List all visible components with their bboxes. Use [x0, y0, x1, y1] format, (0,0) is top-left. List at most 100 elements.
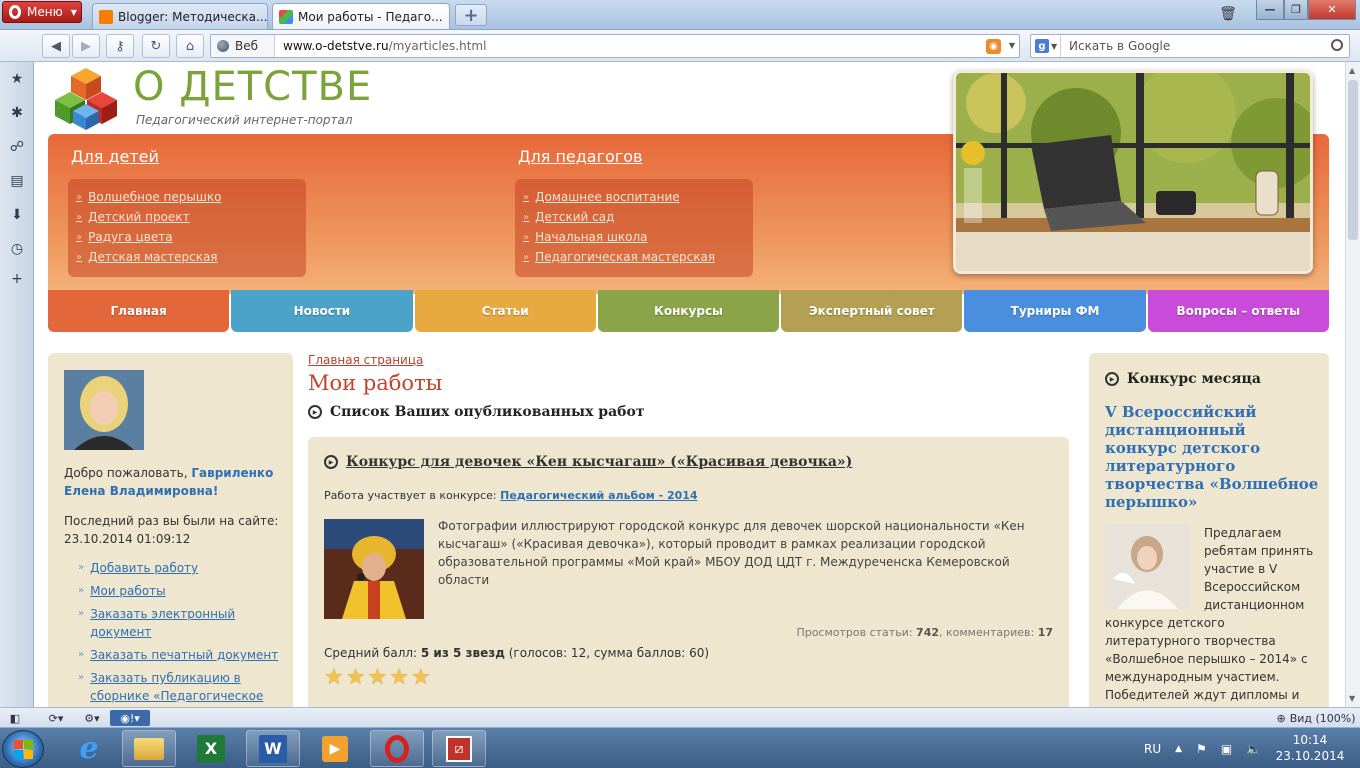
- last-visit-label: Последний раз вы были на сайте:: [64, 514, 279, 528]
- contest-of-month-title[interactable]: V Всероссийский дистанционный конкурс де…: [1105, 403, 1319, 511]
- maximize-button[interactable]: ❐: [1284, 0, 1308, 20]
- opera-menu-button[interactable]: Меню ▼: [2, 1, 82, 23]
- volume-icon[interactable]: 🔈: [1246, 742, 1261, 756]
- taskbar-app[interactable]: ⧄: [432, 730, 486, 767]
- children-link[interactable]: » Детский проект: [76, 207, 306, 227]
- teachers-section-title[interactable]: Для педагогов: [518, 147, 642, 166]
- rss-icon[interactable]: ◉: [986, 39, 1001, 54]
- taskbar-media[interactable]: ▶: [308, 730, 362, 767]
- turbo-icon[interactable]: ⚙▾: [80, 710, 104, 726]
- show-hidden-icons-icon[interactable]: ▲: [1175, 744, 1182, 754]
- downloads-icon[interactable]: ⬇: [8, 206, 26, 224]
- trash-icon[interactable]: 🗑: [1216, 4, 1240, 24]
- my-works-link[interactable]: Мои работы: [90, 582, 166, 600]
- teachers-link[interactable]: » Домашнее воспитание: [523, 187, 753, 207]
- new-tab-button[interactable]: +: [455, 4, 487, 26]
- address-url[interactable]: www.o-detstve.ru/myarticles.html: [275, 39, 486, 53]
- zoom-icon: ⊕: [1276, 711, 1286, 725]
- language-indicator[interactable]: RU: [1144, 742, 1161, 756]
- start-button[interactable]: [2, 730, 44, 768]
- rating-stars[interactable]: ★ ★ ★ ★ ★: [324, 665, 431, 690]
- add-work-link[interactable]: Добавить работу: [90, 559, 198, 577]
- search-engine-selector[interactable]: g ▼: [1031, 35, 1061, 57]
- article-title[interactable]: ▶ Конкурс для девочек «Кен кысчагаш» («К…: [324, 454, 852, 470]
- order-e-document-link[interactable]: Заказать электронный документ: [90, 605, 283, 641]
- network-icon[interactable]: ▣: [1221, 742, 1232, 756]
- bullet-icon: »: [78, 608, 85, 619]
- star-icon[interactable]: ★: [367, 665, 387, 690]
- minimize-button[interactable]: —: [1256, 0, 1284, 20]
- star-icon[interactable]: ★: [411, 665, 431, 690]
- nav-item-news[interactable]: Новости: [231, 290, 413, 332]
- unite-status-icon[interactable]: ◉!▾: [110, 710, 150, 726]
- close-tab-icon[interactable]: ✕: [448, 9, 449, 24]
- nav-item-contests[interactable]: Конкурсы: [597, 290, 780, 332]
- close-window-button[interactable]: ✕: [1308, 0, 1356, 20]
- address-dropdown-icon[interactable]: ▼: [1009, 41, 1015, 50]
- sync-icon[interactable]: ⟳▾: [42, 710, 70, 726]
- teachers-link[interactable]: » Начальная школа: [523, 227, 753, 247]
- breadcrumb[interactable]: Главная страница: [308, 353, 423, 367]
- nav-item-expert-council[interactable]: Экспертный совет: [781, 290, 963, 332]
- zoom-control[interactable]: ⊕ Вид (100%): [1276, 710, 1356, 726]
- taskbar-opera[interactable]: [370, 730, 424, 767]
- reload-button[interactable]: ↻: [142, 34, 170, 58]
- search-icon[interactable]: [1331, 39, 1343, 51]
- image-app-icon: ⧄: [446, 735, 472, 762]
- nav-item-home[interactable]: Главная: [48, 290, 230, 332]
- star-icon[interactable]: ★: [389, 665, 409, 690]
- key-button[interactable]: ⚷: [106, 34, 134, 58]
- nav-item-faq[interactable]: Вопросы – ответы: [1147, 290, 1329, 332]
- clock-time: 10:14: [1292, 733, 1328, 747]
- children-section-title[interactable]: Для детей: [71, 147, 159, 166]
- contest-sidebar-heading: ▶ Конкурс месяца: [1105, 371, 1261, 387]
- panel-toggle-icon[interactable]: ◧: [6, 710, 24, 726]
- widgets-icon[interactable]: ✱: [8, 104, 26, 122]
- children-link[interactable]: » Детская мастерская: [76, 247, 306, 267]
- children-links: » Волшебное перышко » Детский проект » Раду…: [68, 179, 306, 277]
- children-link-label: Радуга цвета: [88, 230, 173, 244]
- site-logo-icon[interactable]: [53, 66, 119, 132]
- vertical-scrollbar[interactable]: ▲ ▼: [1345, 62, 1360, 707]
- home-button[interactable]: ⌂: [176, 34, 204, 58]
- teachers-link[interactable]: » Детский сад: [523, 207, 753, 227]
- scroll-up-icon[interactable]: ▲: [1349, 66, 1355, 75]
- float-spacer: [1105, 524, 1204, 610]
- back-button[interactable]: ◀: [42, 34, 70, 58]
- tab-my-works[interactable]: Мои работы - Педаго... ✕: [272, 3, 450, 29]
- action-center-flag-icon[interactable]: ⚑: [1196, 742, 1207, 756]
- order-publication-link[interactable]: Заказать публикацию в сборнике «Педагоги…: [90, 669, 283, 705]
- bookmarks-icon[interactable]: ★: [8, 70, 26, 88]
- bullet-icon: »: [78, 585, 85, 596]
- clock[interactable]: 10:14 23.10.2014: [1268, 732, 1352, 764]
- teachers-link[interactable]: » Педагогическая мастерская: [523, 247, 753, 267]
- forward-button[interactable]: ▶: [72, 34, 100, 58]
- site-logo-title[interactable]: О ДЕТСТВЕ: [133, 64, 372, 110]
- taskbar-ie[interactable]: e: [62, 730, 116, 767]
- order-print-document-link[interactable]: Заказать печатный документ: [90, 646, 278, 664]
- tab-blogger[interactable]: Blogger: Методическа... ✕: [92, 3, 268, 29]
- contest-of-month-text: Предлагаем ребятам принять участие в V В…: [1105, 524, 1319, 704]
- search-box[interactable]: g ▼ Искать в Google: [1030, 34, 1350, 58]
- nav-item-tournaments[interactable]: Турниры ФМ: [964, 290, 1146, 332]
- taskbar-excel[interactable]: X: [184, 730, 238, 767]
- add-panel-icon[interactable]: +: [8, 270, 26, 288]
- article-image[interactable]: [324, 519, 424, 619]
- star-icon[interactable]: ★: [346, 665, 366, 690]
- star-icon[interactable]: ★: [324, 665, 344, 690]
- notes-icon[interactable]: ▤: [8, 172, 26, 190]
- children-link[interactable]: » Радуга цвета: [76, 227, 306, 247]
- address-bar[interactable]: Веб www.o-detstve.ru/myarticles.html ◉ ▼: [210, 34, 1020, 58]
- unite-icon[interactable]: ☍: [8, 138, 26, 156]
- scrollbar-thumb[interactable]: [1348, 80, 1358, 240]
- history-icon[interactable]: ◷: [8, 240, 26, 258]
- reload-icon: ↻: [150, 38, 162, 54]
- user-menu-item: » Заказать электронный документ: [78, 605, 283, 641]
- taskbar-word[interactable]: W: [246, 730, 300, 767]
- nav-item-articles[interactable]: Статьи: [414, 290, 596, 332]
- taskbar-explorer[interactable]: [122, 730, 176, 767]
- contest-link[interactable]: Педагогический альбом - 2014: [500, 489, 697, 502]
- address-mode[interactable]: Веб: [211, 35, 275, 57]
- scroll-down-icon[interactable]: ▼: [1349, 694, 1355, 703]
- children-link[interactable]: » Волшебное перышко: [76, 187, 306, 207]
